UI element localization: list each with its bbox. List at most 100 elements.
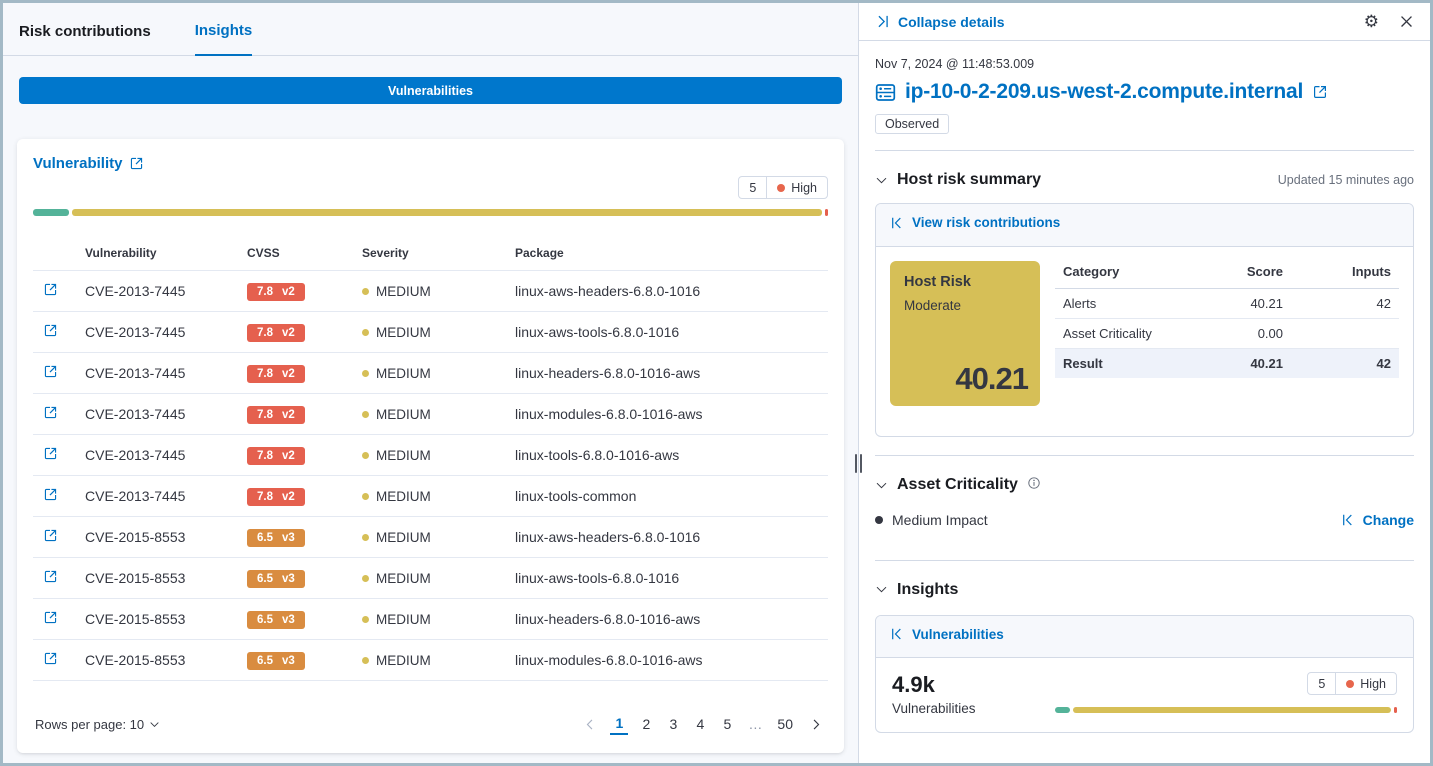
tab-insights[interactable]: Insights bbox=[195, 22, 253, 56]
pagination-page-1[interactable]: 1 bbox=[610, 713, 628, 735]
divider bbox=[875, 455, 1414, 456]
cve-id: CVE-2013-7445 bbox=[81, 394, 243, 435]
risk-category: Result bbox=[1055, 348, 1173, 378]
risk-table-row: Asset Criticality0.00 bbox=[1055, 318, 1399, 348]
event-timestamp: Nov 7, 2024 @ 11:48:53.009 bbox=[875, 57, 1414, 71]
severity-distribution-bar bbox=[33, 209, 828, 216]
rows-per-page-label: Rows per page: 10 bbox=[35, 717, 144, 732]
medium-severity-dot-icon bbox=[362, 616, 369, 623]
host-risk-summary-title: Host risk summary bbox=[897, 171, 1041, 189]
risk-inputs-value: 42 bbox=[1291, 288, 1399, 318]
severity-bar-segment-critical bbox=[825, 209, 828, 216]
package-name: linux-tools-6.8.0-1016-aws bbox=[511, 435, 828, 476]
risk-score: 40.21 bbox=[955, 361, 1028, 397]
severity-value: MEDIUM bbox=[362, 448, 507, 463]
pagination-page-4[interactable]: 4 bbox=[691, 714, 709, 734]
table-row: CVE-2015-85536.5v3MEDIUMlinux-aws-header… bbox=[33, 517, 828, 558]
package-name: linux-modules-6.8.0-1016-aws bbox=[511, 640, 828, 681]
vulnerability-title-link[interactable]: Vulnerability bbox=[33, 155, 144, 172]
pagination-ellipsis: … bbox=[745, 714, 765, 734]
cve-id: CVE-2013-7445 bbox=[81, 476, 243, 517]
insights-vulnerabilities-link[interactable]: Vulnerabilities bbox=[890, 627, 1004, 642]
high-severity-count-badge: 5 High bbox=[1307, 672, 1397, 695]
host-name-link[interactable]: ip-10-0-2-209.us-west-2.compute.internal bbox=[905, 80, 1303, 104]
severity-distribution-bar bbox=[1055, 707, 1397, 713]
insights-title: Insights bbox=[897, 581, 958, 599]
open-vulnerability-icon[interactable] bbox=[43, 323, 58, 338]
observed-badge: Observed bbox=[875, 114, 949, 134]
next-page-icon[interactable] bbox=[805, 718, 826, 731]
col-vulnerability: Vulnerability bbox=[81, 238, 243, 271]
cvss-score-badge: 7.8v2 bbox=[247, 324, 305, 342]
pagination-page-5[interactable]: 5 bbox=[718, 714, 736, 734]
risk-category: Asset Criticality bbox=[1055, 318, 1173, 348]
host-storage-icon bbox=[875, 82, 896, 103]
host-details-flyout: Collapse details ⚙ Nov 7, 2024 @ 11:48:5… bbox=[858, 3, 1430, 763]
view-risk-contributions-link[interactable]: View risk contributions bbox=[890, 215, 1060, 230]
open-vulnerability-icon[interactable] bbox=[43, 487, 58, 502]
pagination-page-2[interactable]: 2 bbox=[637, 714, 655, 734]
cve-id: CVE-2015-8553 bbox=[81, 517, 243, 558]
medium-severity-dot-icon bbox=[362, 493, 369, 500]
open-vulnerability-icon[interactable] bbox=[43, 569, 58, 584]
host-risk-summary-accordion[interactable]: Host risk summary Updated 15 minutes ago bbox=[875, 171, 1414, 189]
tab-risk-contributions[interactable]: Risk contributions bbox=[19, 23, 151, 55]
package-name: linux-aws-headers-6.8.0-1016 bbox=[511, 271, 828, 312]
cve-id: CVE-2013-7445 bbox=[81, 435, 243, 476]
table-row: CVE-2013-74457.8v2MEDIUMlinux-headers-6.… bbox=[33, 353, 828, 394]
asset-criticality-accordion[interactable]: Asset Criticality bbox=[875, 476, 1414, 495]
open-vulnerability-icon[interactable] bbox=[43, 446, 58, 461]
vulnerability-card: Vulnerability 5 High bbox=[17, 139, 844, 753]
host-external-link-icon[interactable] bbox=[1312, 84, 1328, 100]
open-vulnerability-icon[interactable] bbox=[43, 651, 58, 666]
arrow-end-icon bbox=[875, 14, 890, 29]
chevron-down-icon bbox=[875, 479, 888, 492]
risk-level: Moderate bbox=[904, 298, 1026, 313]
asset-criticality-title: Asset Criticality bbox=[897, 476, 1018, 494]
high-severity-dot-icon bbox=[777, 184, 785, 192]
open-vulnerability-icon[interactable] bbox=[43, 282, 58, 297]
cve-id: CVE-2015-8553 bbox=[81, 599, 243, 640]
previous-page-icon[interactable] bbox=[580, 718, 601, 731]
package-name: linux-headers-6.8.0-1016-aws bbox=[511, 353, 828, 394]
pagination-page-50[interactable]: 50 bbox=[774, 714, 796, 734]
severity-value: MEDIUM bbox=[362, 366, 507, 381]
arrow-start-icon bbox=[890, 216, 904, 230]
risk-table-row: Alerts40.2142 bbox=[1055, 288, 1399, 318]
settings-gear-icon[interactable]: ⚙ bbox=[1364, 13, 1379, 30]
external-link-icon bbox=[129, 156, 144, 171]
panel-resize-handle[interactable] bbox=[852, 451, 865, 476]
risk-table-row: Result40.2142 bbox=[1055, 348, 1399, 378]
rows-per-page-select[interactable]: Rows per page: 10 bbox=[35, 717, 160, 732]
severity-bar-segment-low bbox=[1055, 707, 1070, 713]
pagination-bar: Rows per page: 10 12345 … 50 bbox=[33, 713, 828, 737]
severity-bar-segment-low bbox=[33, 209, 69, 216]
severity-value: MEDIUM bbox=[362, 571, 507, 586]
vulnerabilities-section-button[interactable]: Vulnerabilities bbox=[19, 77, 842, 104]
vulnerabilities-table: Vulnerability CVSS Severity Package CVE-… bbox=[33, 238, 828, 681]
collapse-details-button[interactable]: Collapse details bbox=[875, 14, 1005, 30]
medium-severity-dot-icon bbox=[362, 452, 369, 459]
close-icon[interactable] bbox=[1399, 14, 1414, 29]
vulnerabilities-count: 4.9k bbox=[892, 672, 976, 698]
open-vulnerability-icon[interactable] bbox=[43, 405, 58, 420]
open-vulnerability-icon[interactable] bbox=[43, 610, 58, 625]
change-asset-criticality-link[interactable]: Change bbox=[1341, 512, 1414, 528]
chevron-down-icon bbox=[875, 583, 888, 596]
page-selector: 12345 … 50 bbox=[580, 713, 826, 735]
app-window: Risk contributions Insights Vulnerabilit… bbox=[0, 0, 1433, 766]
host-risk-summary-panel: View risk contributions Host Risk Modera… bbox=[875, 203, 1414, 437]
open-vulnerability-icon[interactable] bbox=[43, 364, 58, 379]
cvss-score-badge: 7.8v2 bbox=[247, 406, 305, 424]
pagination-page-3[interactable]: 3 bbox=[664, 714, 682, 734]
risk-score-value: 40.21 bbox=[1173, 348, 1291, 378]
insights-accordion[interactable]: Insights bbox=[875, 581, 1414, 599]
table-row: CVE-2013-74457.8v2MEDIUMlinux-modules-6.… bbox=[33, 394, 828, 435]
severity-value: MEDIUM bbox=[362, 653, 507, 668]
info-icon[interactable] bbox=[1027, 476, 1041, 495]
severity-value: MEDIUM bbox=[362, 407, 507, 422]
open-vulnerability-icon[interactable] bbox=[43, 528, 58, 543]
host-risk-score-card: Host Risk Moderate 40.21 bbox=[890, 261, 1040, 406]
severity-bar-segment-medium bbox=[1073, 707, 1391, 713]
expand-column-header bbox=[33, 238, 81, 271]
